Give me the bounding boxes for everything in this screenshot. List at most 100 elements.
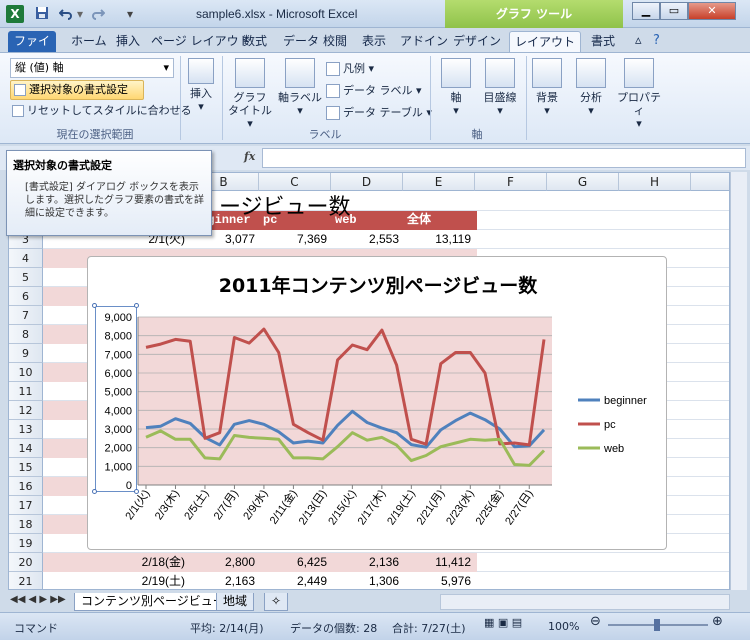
minimize-ribbon-icon[interactable]: ▵ [630,31,647,52]
horizontal-scrollbar[interactable] [440,594,730,610]
table-cell[interactable]: 2,449 [259,572,331,589]
row-header[interactable]: 5 [9,268,43,287]
line-chart[interactable]: 01,0002,0003,0004,0005,0006,0007,0008,00… [88,257,668,551]
column-header-e[interactable]: E [403,173,475,191]
x-tick-label: 2/13(日) [297,488,330,527]
normal-view-icon[interactable]: ▦ ▣ ▤ [484,616,522,629]
row-header[interactable]: 4 [9,249,43,268]
sheet-tab-region[interactable]: 地域 [216,593,255,611]
tab-file[interactable]: ファイル [8,31,56,68]
analysis-label: 分析 [580,91,602,104]
table-header-cell[interactable]: 全体 [407,211,479,230]
vertical-scrollbar[interactable] [730,172,747,590]
row-header[interactable]: 7 [9,306,43,325]
save-icon[interactable] [34,6,50,22]
insert-button[interactable]: 挿入 ▾ [184,58,218,113]
row-header[interactable]: 12 [9,401,43,420]
table-cell[interactable]: 6,425 [259,553,331,572]
row-header[interactable]: 10 [9,363,43,382]
tab-format[interactable]: 書式 [586,31,620,52]
format-selection-button[interactable]: 選択対象の書式設定 [10,80,144,100]
row-header[interactable]: 21 [9,572,43,589]
row-header[interactable]: 9 [9,344,43,363]
analysis-button[interactable]: 分析 ▾ [574,58,608,117]
tab-view[interactable]: 表示 [357,31,391,52]
row-header[interactable]: 8 [9,325,43,344]
x-tick-label: 2/19(土) [384,487,417,527]
selection-handle[interactable] [134,489,139,494]
minimize-button[interactable]: ▁ [632,2,660,20]
undo-dropdown-icon[interactable]: ▾ [72,6,88,22]
tab-addins[interactable]: アドイン [395,31,453,52]
chart-title-label-1: グラフ [233,91,267,104]
table-cell[interactable]: 7,369 [259,230,331,249]
row-header[interactable]: 17 [9,496,43,515]
vertical-axis-selection-box[interactable] [95,306,137,492]
table-cell[interactable]: 1,306 [331,572,403,589]
column-header-h[interactable]: H [619,173,691,191]
zoom-slider-thumb[interactable] [654,619,660,631]
chart-title-label-2: タイトル [228,104,272,117]
zoom-level[interactable]: 100% [548,620,579,633]
table-cell[interactable]: 5,976 [403,572,475,589]
table-cell[interactable]: 11,412 [403,553,475,572]
insert-sheet-icon[interactable]: ✧ [264,593,289,611]
excel-app-icon[interactable]: X [6,5,24,23]
sheet-nav-arrows-icon[interactable]: ◀◀ ◀ ▶ ▶▶ [10,594,66,605]
table-cell[interactable]: 2,136 [331,553,403,572]
row-header[interactable]: 20 [9,553,43,572]
tab-insert[interactable]: 挿入 [111,31,145,52]
row-header[interactable]: 15 [9,458,43,477]
row-header[interactable]: 6 [9,287,43,306]
row-header[interactable]: 11 [9,382,43,401]
sheet-tab-content-pageviews[interactable]: コンテンツ別ページビュー [74,593,232,611]
gridlines-button[interactable]: 目盛線 ▾ [478,58,522,117]
tab-design[interactable]: デザイン [448,31,506,52]
close-button[interactable]: ✕ [688,2,736,20]
tab-review[interactable]: 校閲 [318,31,352,52]
axes-button[interactable]: 軸 ▾ [436,58,476,117]
data-table-button[interactable]: データ テーブル ▾ [326,104,432,122]
column-header-blank[interactable] [691,173,729,191]
formula-input[interactable] [262,148,746,168]
column-header-f[interactable]: F [475,173,547,191]
selection-handle[interactable] [134,303,139,308]
row-header[interactable]: 13 [9,420,43,439]
properties-button[interactable]: プロパティ ▾ [614,58,664,130]
zoom-out-icon[interactable]: ⊖ [590,614,601,629]
chart-title: 2011年コンテンツ別ページビュー数 [219,274,539,297]
chart-area[interactable]: 0 1,000 2,000 3,000 4,000 5,000 6,000 7,000 8,00… [87,256,667,550]
tab-formulas[interactable]: 数式 [238,31,272,52]
reset-style-button[interactable]: リセットしてスタイルに合わせる [12,102,192,120]
background-button[interactable]: 背景 ▾ [530,58,564,117]
zoom-in-icon[interactable]: ⊕ [712,614,723,629]
data-label-button[interactable]: データ ラベル ▾ [326,82,422,100]
row-header[interactable]: 14 [9,439,43,458]
chart-title-button[interactable]: グラフ タイトル ▾ [226,58,274,130]
table-cell[interactable]: 2,800 [189,553,259,572]
table-cell[interactable]: 13,119 [403,230,475,249]
legend-button[interactable]: 凡例 ▾ [326,60,374,78]
table-cell[interactable]: 2,553 [331,230,403,249]
tab-home[interactable]: ホーム [66,31,112,52]
table-cell[interactable]: 2,163 [189,572,259,589]
legend-label-pc: pc [604,419,616,431]
customize-quick-access-icon[interactable]: ▾ [122,6,138,22]
column-header-g[interactable]: G [547,173,619,191]
chart-element-select[interactable]: 縦 (値) 軸 ▾ [10,58,174,78]
selection-handle[interactable] [92,489,97,494]
selection-handle[interactable] [92,303,97,308]
axis-label-button[interactable]: 軸ラベル ▾ [276,58,324,117]
help-icon[interactable]: ? [648,31,665,52]
legend-label-web: web [603,443,624,455]
x-tick-label: 2/9(水) [240,487,270,522]
maximize-button[interactable]: ▭ [660,2,688,20]
table-cell[interactable]: 2/18(金) [43,553,189,572]
row-header[interactable]: 19 [9,534,43,553]
table-cell[interactable]: 2/19(土) [43,572,189,589]
row-header[interactable]: 18 [9,515,43,534]
tab-layout[interactable]: レイアウト [509,31,582,52]
axes-icon [441,58,471,88]
row-header[interactable]: 16 [9,477,43,496]
insert-function-icon[interactable]: fx [244,150,255,163]
